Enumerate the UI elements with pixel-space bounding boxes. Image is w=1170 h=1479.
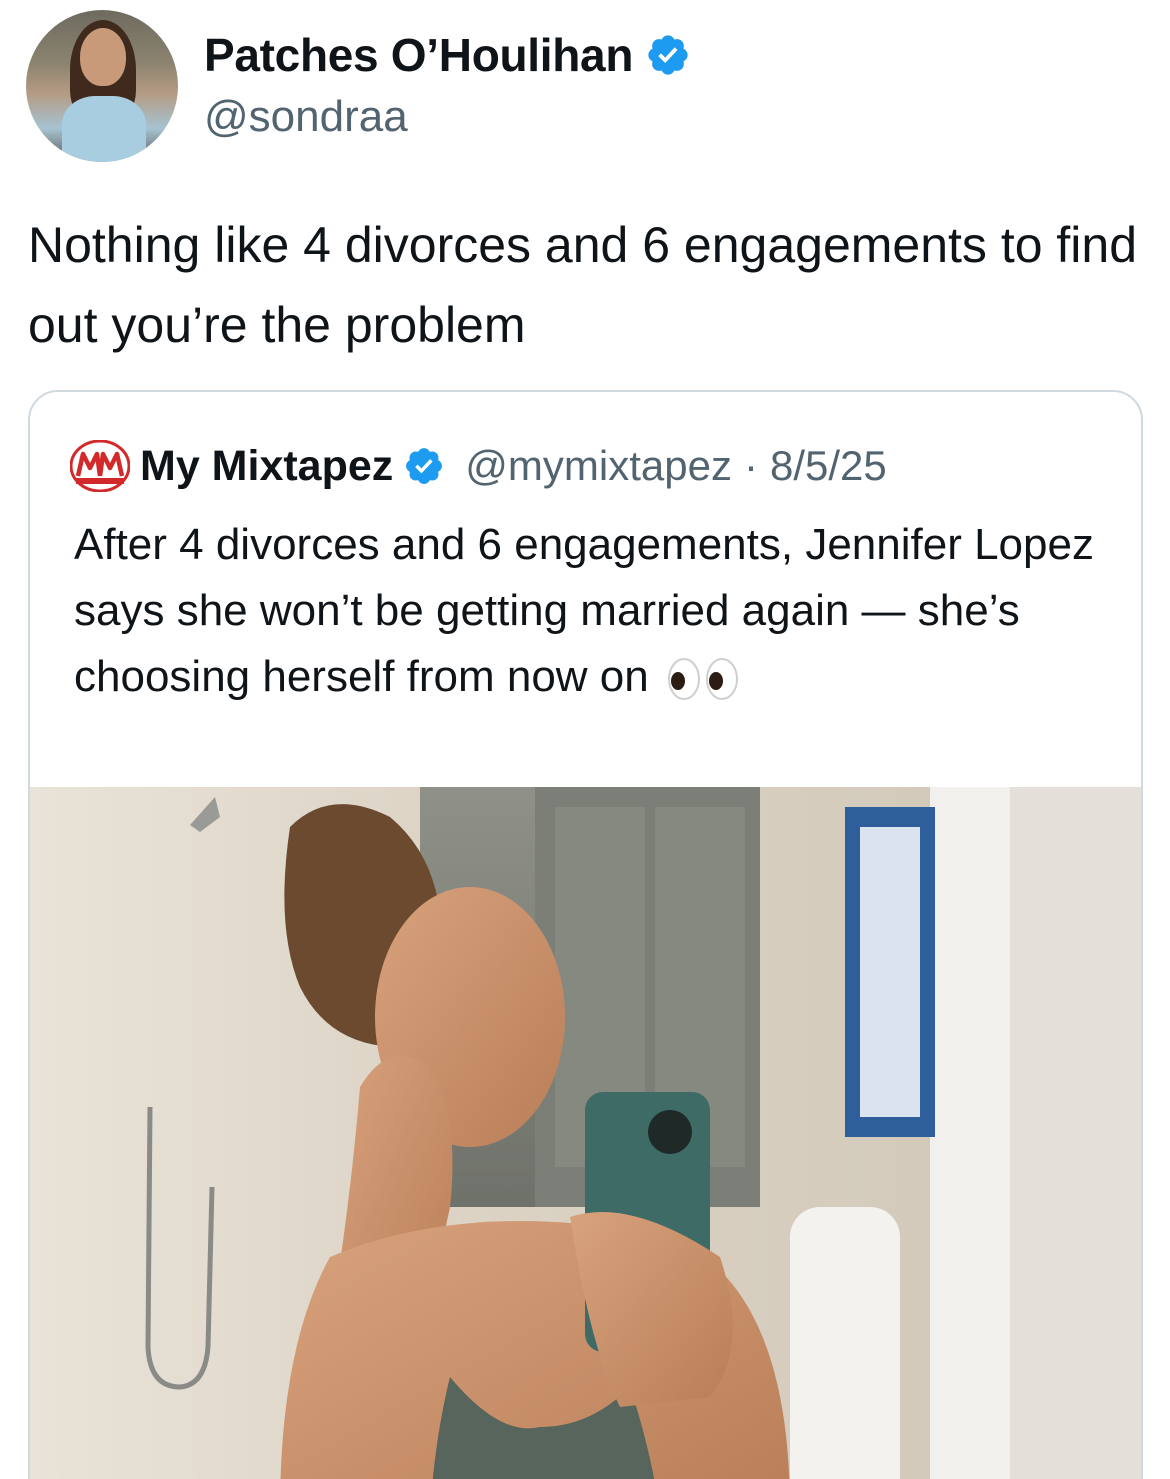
quoted-tweet-text: After 4 divorces and 6 engagements, Jenn… (74, 520, 1094, 701)
author-name-row[interactable]: Patches O’Houlihan (204, 28, 691, 82)
quoted-date[interactable]: 8/5/25 (770, 442, 887, 490)
tweet-text: Nothing like 4 divorces and 6 engagement… (28, 217, 1138, 353)
avatar-clothing (62, 96, 146, 162)
author-display-name[interactable]: Patches O’Houlihan (204, 28, 633, 82)
phone-camera (648, 1110, 692, 1154)
towel (790, 1207, 900, 1479)
avatar-face (80, 28, 126, 86)
wall-edge (1010, 787, 1141, 1479)
verified-badge-icon (645, 32, 691, 78)
tweet[interactable]: Patches O’Houlihan @sondraa Nothing like… (0, 0, 1170, 1479)
picture-inner (860, 827, 920, 1117)
author-handle[interactable]: @sondraa (204, 92, 408, 142)
meta-separator: · (743, 442, 758, 489)
avatar[interactable] (26, 10, 178, 162)
mm-logo-icon (70, 440, 130, 492)
mirror-selfie-photo[interactable] (30, 787, 1143, 1479)
quoted-tweet-text-block: After 4 divorces and 6 engagements, Jenn… (74, 512, 1124, 710)
eyes-emoji (667, 657, 739, 701)
quoted-tweet-header: My Mixtapez @mymixtapez · 8/5/25 (70, 440, 887, 492)
verified-badge-icon (403, 445, 445, 487)
quoted-tweet-card[interactable]: My Mixtapez @mymixtapez · 8/5/25 After 4… (28, 390, 1143, 1479)
quoted-display-name[interactable]: My Mixtapez (140, 442, 393, 491)
quoted-handle[interactable]: @mymixtapez (465, 442, 732, 490)
